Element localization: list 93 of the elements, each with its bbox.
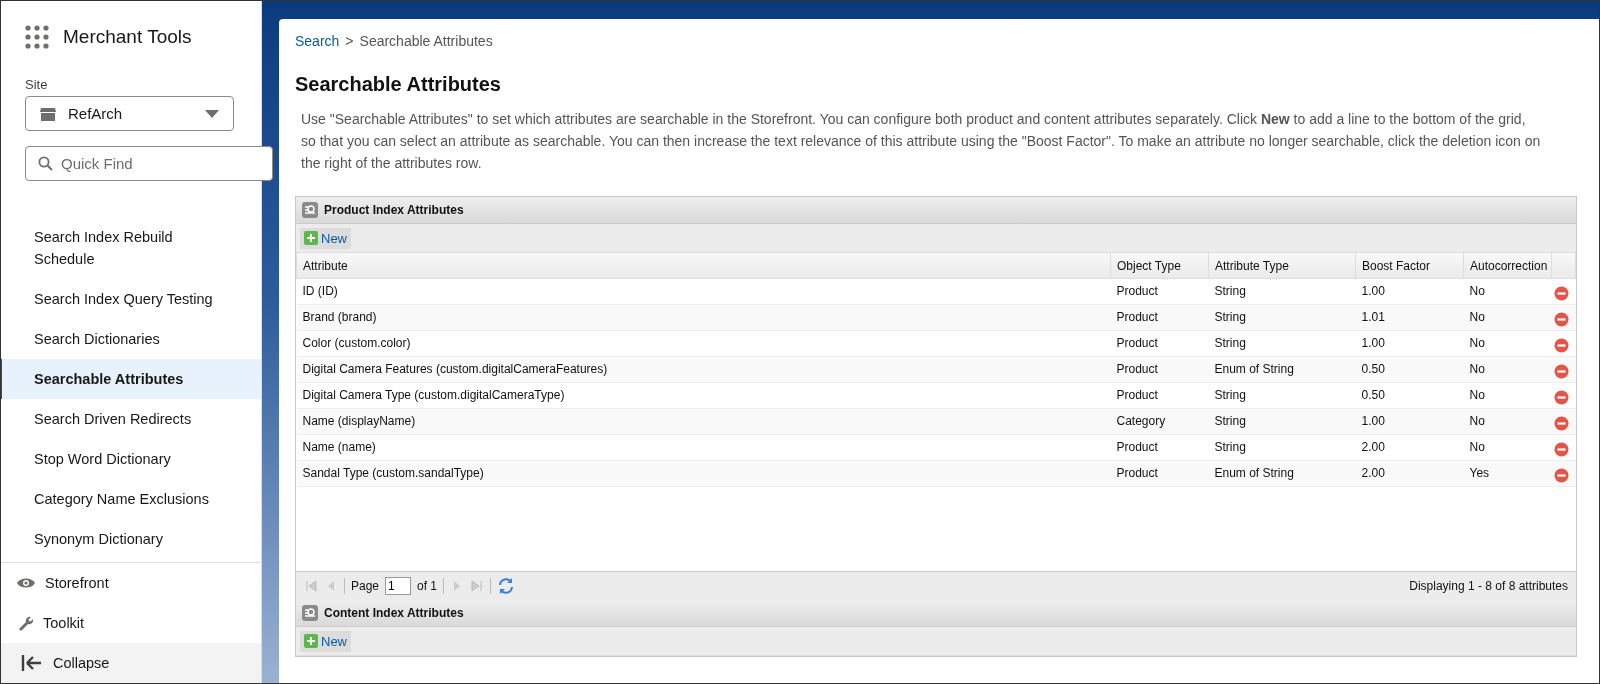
table-cell: String	[1208, 278, 1356, 305]
column-header[interactable]: Attribute	[296, 253, 1111, 279]
site-select[interactable]: RefArch	[25, 96, 234, 131]
index-icon	[302, 605, 318, 621]
table-cell: Sandal Type (custom.sandalType)	[296, 460, 1111, 487]
table-cell: Digital Camera Type (custom.digitalCameraType)	[296, 382, 1111, 409]
app-title: Merchant Tools	[63, 26, 192, 48]
table-cell: Product	[1110, 382, 1209, 409]
delete-icon[interactable]	[1553, 286, 1569, 301]
table-cell: Product	[1110, 434, 1209, 461]
table-cell: 1.00	[1355, 278, 1464, 305]
sidebar-item[interactable]: Category Name Exclusions	[1, 479, 261, 519]
column-header[interactable]: Attribute Type	[1208, 253, 1356, 279]
collapse-icon	[21, 655, 41, 671]
table-cell: No	[1463, 434, 1552, 461]
quick-find-field[interactable]: Quick Find	[25, 146, 273, 181]
table-cell: Product	[1110, 460, 1209, 487]
site-label: Site	[25, 77, 49, 92]
breadcrumb-separator: >	[345, 33, 354, 49]
table-cell: String	[1208, 304, 1356, 331]
table-cell: Color (custom.color)	[296, 330, 1111, 357]
table-cell: Category	[1110, 408, 1209, 435]
app-launcher-icon[interactable]	[25, 25, 49, 49]
table-cell: String	[1208, 408, 1356, 435]
table-cell: Brand (brand)	[296, 304, 1111, 331]
wrench-icon	[17, 615, 33, 631]
table-cell: Product	[1110, 330, 1209, 357]
caret-icon	[205, 109, 219, 118]
breadcrumb-link[interactable]: Search	[295, 33, 340, 49]
table-cell: Enum of String	[1208, 356, 1356, 383]
panel-title: Content Index Attributes	[324, 606, 464, 620]
sidebar-item[interactable]: Synonym Dictionary	[1, 519, 261, 559]
table-cell: String	[1208, 330, 1356, 357]
table-cell: 0.50	[1355, 382, 1464, 409]
table-cell: Digital Camera Features (custom.digitalCameraFeatures)	[296, 356, 1111, 383]
table-cell: No	[1463, 278, 1552, 305]
toolkit-link[interactable]: Toolkit	[1, 603, 261, 643]
table-cell: 1.00	[1355, 408, 1464, 435]
store-icon	[40, 106, 56, 121]
page-description: Use "Searchable Attributes" to set which attributes are searchable in the Storefront. You can configure both product and content attributes separately. Click New to add a line to the bottom of the grid, so that you can select an attribute as searchable. You can then increase the text relevance of this attribute using the "Boost Factor". To make an attribute no longer searchable, click the deletion icon on the right of the attributes row.	[301, 110, 1541, 173]
storefront-link[interactable]: Storefront	[1, 563, 261, 603]
table-cell: Enum of String	[1208, 460, 1356, 487]
plus-icon	[304, 634, 318, 648]
table-cell: No	[1463, 356, 1552, 383]
column-header[interactable]: Object Type	[1110, 253, 1209, 279]
index-icon	[302, 202, 318, 218]
collapse-button[interactable]: Collapse	[1, 643, 261, 683]
table-cell: Product	[1110, 356, 1209, 383]
table-cell: Product	[1110, 304, 1209, 331]
table-cell: No	[1463, 382, 1552, 409]
table-cell: String	[1208, 382, 1356, 409]
panel-title: Product Index Attributes	[324, 203, 464, 217]
table-cell: No	[1463, 330, 1552, 357]
table-cell: No	[1463, 408, 1552, 435]
table-cell: 2.00	[1355, 460, 1464, 487]
table-cell: 2.00	[1355, 434, 1464, 461]
column-header[interactable]: Autocorrection	[1463, 253, 1552, 279]
breadcrumb-current: Searchable Attributes	[359, 33, 493, 49]
table-cell: String	[1208, 434, 1356, 461]
plus-icon	[304, 231, 318, 245]
page-title: Searchable Attributes	[295, 73, 502, 96]
search-icon	[38, 156, 53, 171]
delete-icon[interactable]	[1553, 364, 1569, 379]
delete-icon[interactable]	[1553, 338, 1569, 353]
sidebar-item[interactable]: Search Index Query Testing	[1, 279, 261, 319]
table-cell: 1.00	[1355, 330, 1464, 357]
table-cell: No	[1463, 304, 1552, 331]
sidebar-item[interactable]: Searchable Attributes	[1, 359, 261, 399]
eye-icon	[17, 577, 35, 589]
delete-icon[interactable]	[1553, 468, 1569, 483]
sidebar-item[interactable]: Search Dictionaries	[1, 319, 261, 359]
sidebar-item[interactable]: Stop Word Dictionary	[1, 439, 261, 479]
new-button[interactable]: New	[300, 227, 351, 249]
sidebar-item[interactable]: Search Index Rebuild Schedule	[1, 217, 261, 279]
table-cell: Product	[1110, 278, 1209, 305]
new-button[interactable]: New	[300, 630, 351, 652]
page-count: of 1	[417, 579, 438, 593]
sidebar-item[interactable]: Search Driven Redirects	[1, 399, 261, 439]
table-cell: Name (name)	[296, 434, 1111, 461]
table-cell: 1.01	[1355, 304, 1464, 331]
page-label: Page	[351, 579, 380, 593]
paging-summary: Displaying 1 - 8 of 8 attributes	[1409, 579, 1568, 593]
delete-icon[interactable]	[1553, 416, 1569, 431]
column-header[interactable]: Boost Factor	[1355, 253, 1464, 279]
table-cell: Name (displayName)	[296, 408, 1111, 435]
page-number-field[interactable]: 1	[385, 577, 412, 595]
table-cell: ID (ID)	[296, 278, 1111, 305]
refresh-icon[interactable]	[497, 577, 516, 595]
table-cell: 0.50	[1355, 356, 1464, 383]
delete-icon[interactable]	[1553, 442, 1569, 457]
delete-icon[interactable]	[1553, 312, 1569, 327]
delete-icon[interactable]	[1553, 390, 1569, 405]
table-cell: Yes	[1463, 460, 1552, 487]
